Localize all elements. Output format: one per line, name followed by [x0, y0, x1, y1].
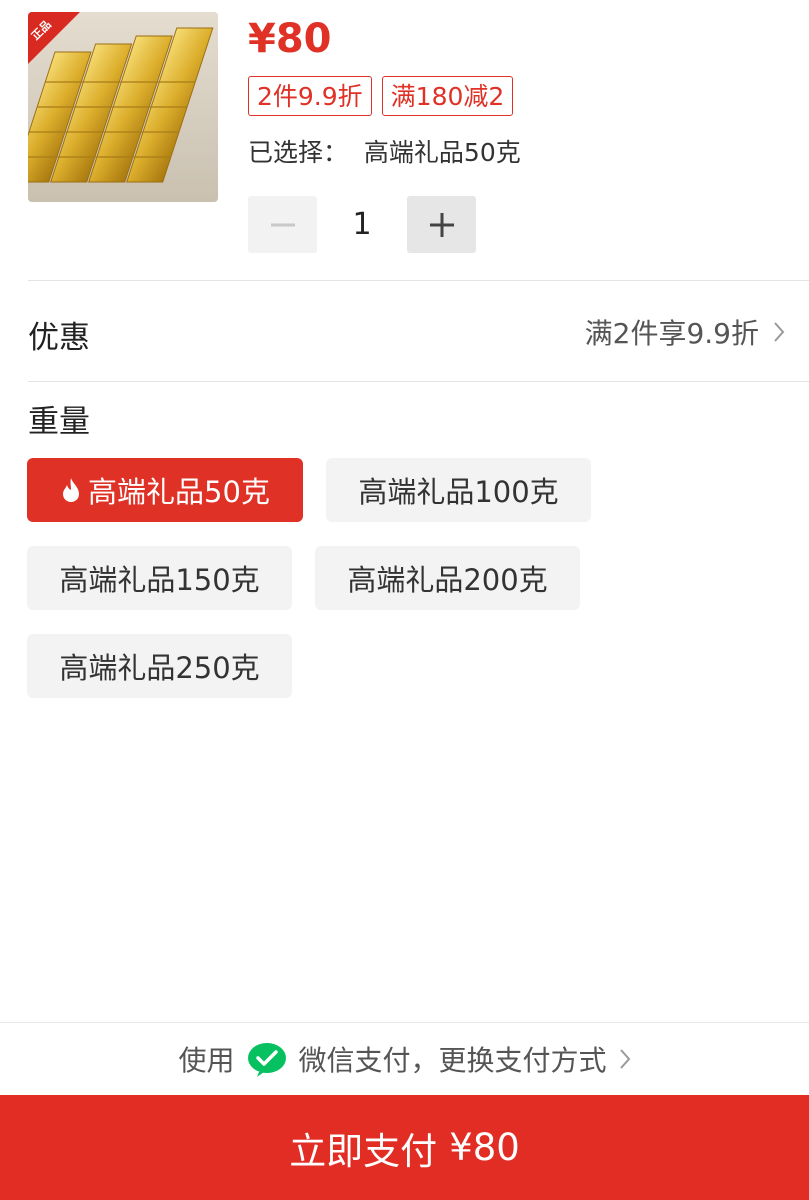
weight-option-label: 高端礼品100克 — [358, 475, 559, 509]
weight-option-200g[interactable]: 高端礼品200克 — [315, 546, 580, 610]
payment-method-text: 微信支付，更换支付方式 — [298, 1044, 607, 1077]
payment-prefix: 使用 — [178, 1044, 235, 1077]
promo-tag-discount: 2件9.9折 — [248, 76, 372, 116]
promo-tag-reduction: 满180减2 — [381, 76, 514, 116]
discount-label: 优惠 — [28, 320, 90, 356]
weight-option-150g[interactable]: 高端礼品150克 — [27, 546, 292, 610]
decrease-button[interactable] — [248, 196, 317, 253]
chevron-right-icon — [619, 1049, 630, 1069]
pay-now-label: 立即支付 — [289, 1129, 438, 1173]
divider — [28, 381, 809, 382]
increase-button[interactable] — [407, 196, 476, 253]
weight-option-label: 高端礼品150克 — [59, 563, 260, 597]
discount-row[interactable]: 满2件享9.9折 — [585, 312, 785, 352]
product-image[interactable]: 正品 — [28, 12, 218, 202]
payment-method-row[interactable]: 使用 微信支付，更换支付方式 — [0, 1022, 809, 1095]
pay-now-amount: ¥80 — [449, 1126, 520, 1169]
minus-icon — [270, 223, 295, 226]
selected-spec-label: 已选择： — [248, 138, 349, 167]
weight-option-250g[interactable]: 高端礼品250克 — [27, 634, 292, 698]
selected-spec: 已选择： 高端礼品50克 — [248, 133, 521, 173]
selected-spec-value: 高端礼品50克 — [363, 138, 521, 167]
weight-option-label: 高端礼品250克 — [59, 651, 260, 685]
wechat-pay-icon — [247, 1043, 286, 1077]
discount-value: 满2件享9.9折 — [584, 317, 759, 350]
weight-label: 重量 — [28, 404, 90, 440]
weight-option-100g[interactable]: 高端礼品100克 — [326, 458, 591, 522]
weight-option-label: 高端礼品50克 — [88, 475, 270, 509]
weight-option-label: 高端礼品200克 — [347, 563, 548, 597]
plus-icon — [429, 212, 454, 237]
weight-option-50g[interactable]: 高端礼品50克 — [27, 458, 303, 522]
quantity-value[interactable]: 1 — [317, 207, 407, 242]
pay-now-button[interactable]: 立即支付 ¥80 — [0, 1095, 809, 1200]
promo-tags: 2件9.9折 满180减2 — [248, 76, 514, 116]
quantity-stepper: 1 — [248, 196, 476, 253]
flame-icon — [63, 478, 80, 502]
divider — [28, 280, 809, 281]
chevron-right-icon — [774, 322, 785, 342]
product-price: ¥80 — [248, 16, 332, 62]
